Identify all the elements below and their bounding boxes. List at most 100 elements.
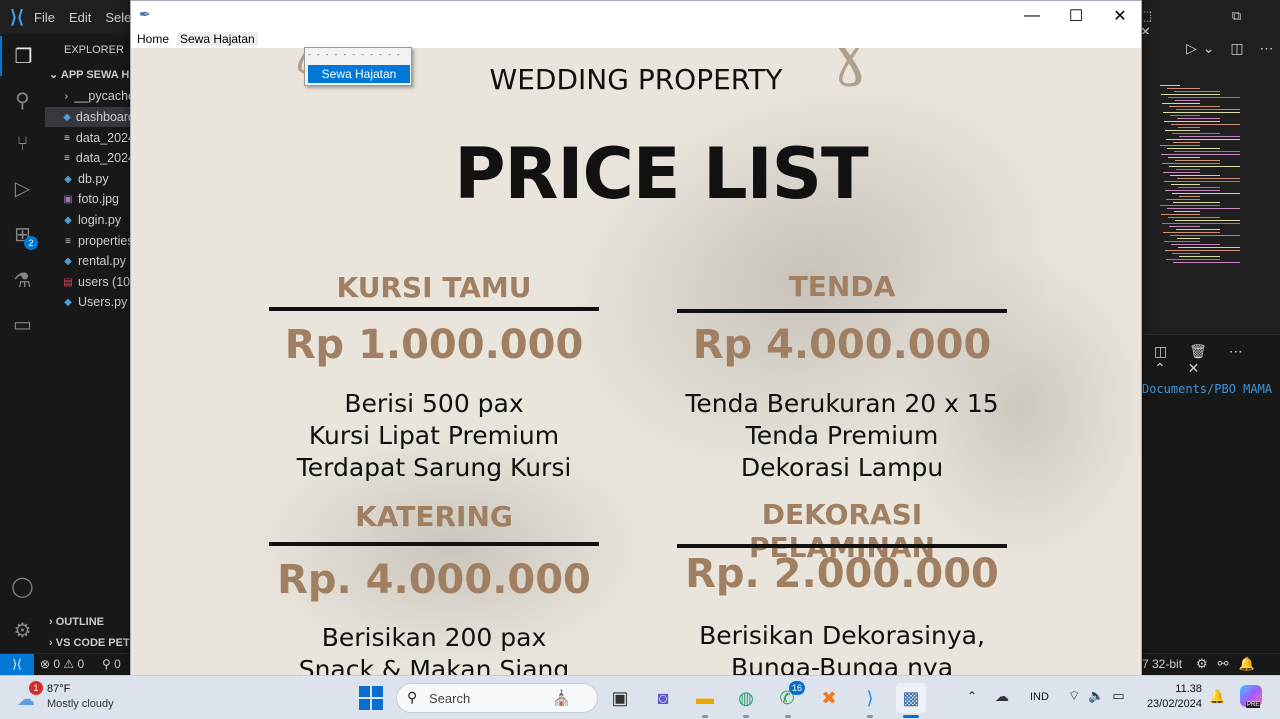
section-description: Berisikan Dekorasinya, Bunga-Bunga nya — [677, 620, 1007, 675]
account-icon[interactable]: ◯ — [0, 566, 45, 606]
minimap-line — [1171, 124, 1240, 125]
file-name: login.py — [78, 213, 122, 227]
file-row[interactable]: › __pycache — [45, 86, 135, 106]
python-interpreter-status[interactable]: 7 32-bit — [1142, 657, 1182, 671]
windows-logo-icon — [359, 699, 370, 710]
python-file-icon: ◆ — [63, 111, 71, 123]
folder-name: APP SEWA HA — [60, 69, 138, 81]
file-row[interactable]: ◆ Users.py — [45, 292, 135, 312]
whatsapp-badge: 16 — [789, 681, 805, 695]
menu-home[interactable]: Home — [134, 32, 172, 46]
text-file-icon: ≡ — [64, 152, 70, 164]
minimap-line — [1175, 160, 1220, 161]
remote-explorer-icon[interactable]: ▭ — [0, 304, 45, 344]
minimap-line — [1178, 247, 1240, 248]
outline-section[interactable]: › OUTLINE — [49, 616, 104, 628]
editor-area[interactable] — [1141, 34, 1280, 334]
close-button[interactable]: ✕ — [1098, 1, 1141, 30]
tk-feather-icon: ✒ — [139, 6, 151, 22]
remote-indicator-icon[interactable]: ⟩⟨ — [0, 654, 34, 676]
minimize-button[interactable]: — — [1010, 1, 1054, 30]
edge-icon[interactable]: ◍ — [731, 683, 761, 713]
taskbar-search[interactable]: ⚲ Search ⛪ — [396, 683, 598, 713]
problems-status[interactable]: ⊗ 0 ⚠ 0 — [40, 657, 84, 671]
file-row[interactable]: ▣ foto.jpg — [45, 189, 135, 209]
menu-selection[interactable]: Sele — [105, 10, 131, 25]
section-divider — [677, 544, 1007, 548]
search-highlight-icon: ⛪ — [552, 690, 571, 707]
minimap-line — [1165, 190, 1220, 191]
minimap-line — [1164, 121, 1220, 122]
tray-wifi-volume-battery-icons[interactable]: ⌔🔈▭ — [1068, 688, 1133, 704]
windows-logo-icon — [372, 686, 383, 697]
ports-status[interactable]: ⚲ 0 — [102, 657, 121, 671]
minimap-line — [1172, 253, 1200, 254]
settings-gear-icon[interactable]: ⚙ — [0, 610, 45, 650]
image-file-icon: ▣ — [63, 193, 73, 205]
chevron-up-icon[interactable]: ⌃ — [967, 689, 977, 703]
vscode-taskbar-icon[interactable]: ⟩ — [855, 683, 885, 713]
weather-description[interactable]: Mostly cloudy — [47, 698, 114, 710]
menu-sewa-hajatan[interactable]: Sewa Hajatan — [177, 32, 258, 46]
file-row[interactable]: ≡ data_2024 — [45, 148, 135, 168]
pets-section[interactable]: › VS CODE PETS — [49, 637, 137, 649]
minimap-line — [1169, 226, 1200, 227]
weather-temperature[interactable]: 87°F — [47, 683, 70, 695]
minimap-line — [1163, 172, 1200, 173]
section-title: KATERING — [355, 500, 513, 533]
start-button[interactable] — [359, 686, 383, 710]
status-right-icons[interactable]: ⚙⚯🔔 — [1196, 656, 1265, 672]
clock-date[interactable]: 23/02/2024 — [1140, 698, 1202, 710]
minimap-line — [1170, 235, 1240, 236]
task-view-icon[interactable]: ▣ — [605, 683, 635, 713]
description-line: Tenda Berukuran 20 x 15 — [685, 389, 999, 418]
search-icon: ⚲ — [407, 689, 418, 705]
menu-file[interactable]: File — [34, 10, 55, 25]
maximize-button[interactable]: ☐ — [1054, 1, 1098, 30]
file-row[interactable]: ◆ rental.py — [45, 251, 135, 271]
source-control-icon[interactable]: ⑂ — [0, 124, 45, 164]
file-row[interactable]: ≡ data_2024 — [45, 128, 135, 148]
windows-logo-icon — [359, 686, 370, 697]
minimap-line — [1161, 94, 1220, 95]
tk-app-window: ✒ — ☐ ✕ Home Sewa Hajatan ɤ ɣ WEDDING PR… — [130, 0, 1142, 676]
panel-toolbar[interactable]: ◫ 🗑 ⋯ ⌃ ✕ — [1154, 343, 1280, 377]
tk-titlebar[interactable]: ✒ — ☐ ✕ — [131, 1, 1141, 30]
pets-label: VS CODE PETS — [55, 637, 138, 649]
python-file-icon: ◆ — [64, 214, 72, 226]
file-row[interactable]: ◆ login.py — [45, 210, 135, 230]
notification-bell-icon[interactable]: 🔔 — [1209, 689, 1225, 705]
file-row[interactable]: ◆ db.py — [45, 169, 135, 189]
python-app-icon[interactable]: ▩ — [896, 683, 926, 713]
extensions-icon[interactable]: ⊞ — [0, 214, 45, 254]
minimap-line — [1166, 199, 1200, 200]
search-icon[interactable]: ⚲ — [0, 80, 45, 120]
minimap-line — [1172, 193, 1240, 194]
language-indicator[interactable]: IND — [1030, 691, 1049, 703]
xampp-icon[interactable]: ✖ — [814, 683, 844, 713]
minimap-line — [1167, 148, 1220, 149]
file-name: users (10) — [78, 275, 135, 289]
menu-edit[interactable]: Edit — [69, 10, 91, 25]
file-row[interactable]: ≡ properties — [45, 231, 135, 251]
teams-chat-icon[interactable]: ◙ — [648, 683, 678, 713]
testing-icon[interactable]: ⚗ — [0, 260, 45, 300]
file-name: rental.py — [78, 254, 126, 268]
run-debug-icon[interactable]: ▷ — [0, 168, 45, 208]
minimap-line — [1179, 196, 1200, 197]
file-row[interactable]: ▤ users (10) — [45, 272, 135, 292]
onedrive-icon[interactable]: ☁ — [995, 688, 1009, 705]
dropdown-item-sewa-hajatan[interactable]: Sewa Hajatan — [308, 65, 410, 83]
minimap-line — [1168, 157, 1200, 158]
editor-toolbar[interactable]: ▷⌄ ◫ ⋯ — [1186, 40, 1280, 57]
file-explorer-icon[interactable]: ▬ — [690, 683, 720, 713]
section-divider — [269, 307, 599, 311]
tearoff-line[interactable]: - - - - - - - - - - - - - — [308, 51, 408, 61]
clock-time[interactable]: 11.38 — [1162, 683, 1202, 695]
explorer-icon[interactable]: ❐ — [0, 36, 45, 76]
file-row[interactable]: ◆ dashboard — [45, 107, 135, 127]
folder-header[interactable]: ⌄ APP SEWA HA — [49, 68, 137, 81]
minimap-line — [1179, 136, 1240, 137]
outline-label: OUTLINE — [55, 616, 105, 628]
minimap-line — [1176, 229, 1220, 230]
